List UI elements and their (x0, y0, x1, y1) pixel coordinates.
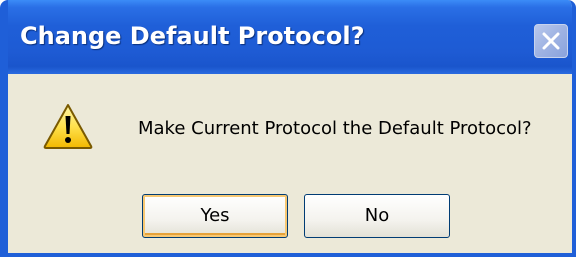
close-button[interactable] (534, 24, 568, 58)
dialog-window: Change Default Protocol? Make Current Pr… (0, 0, 576, 257)
yes-button[interactable]: Yes (142, 194, 288, 238)
close-icon (542, 32, 560, 50)
dialog-title: Change Default Protocol? (20, 22, 365, 50)
dialog-message: Make Current Protocol the Default Protoc… (138, 118, 532, 139)
dialog-body: Make Current Protocol the Default Protoc… (8, 74, 572, 253)
warning-icon (43, 104, 93, 149)
no-button[interactable]: No (304, 194, 450, 238)
title-bar[interactable]: Change Default Protocol? (8, 0, 572, 74)
